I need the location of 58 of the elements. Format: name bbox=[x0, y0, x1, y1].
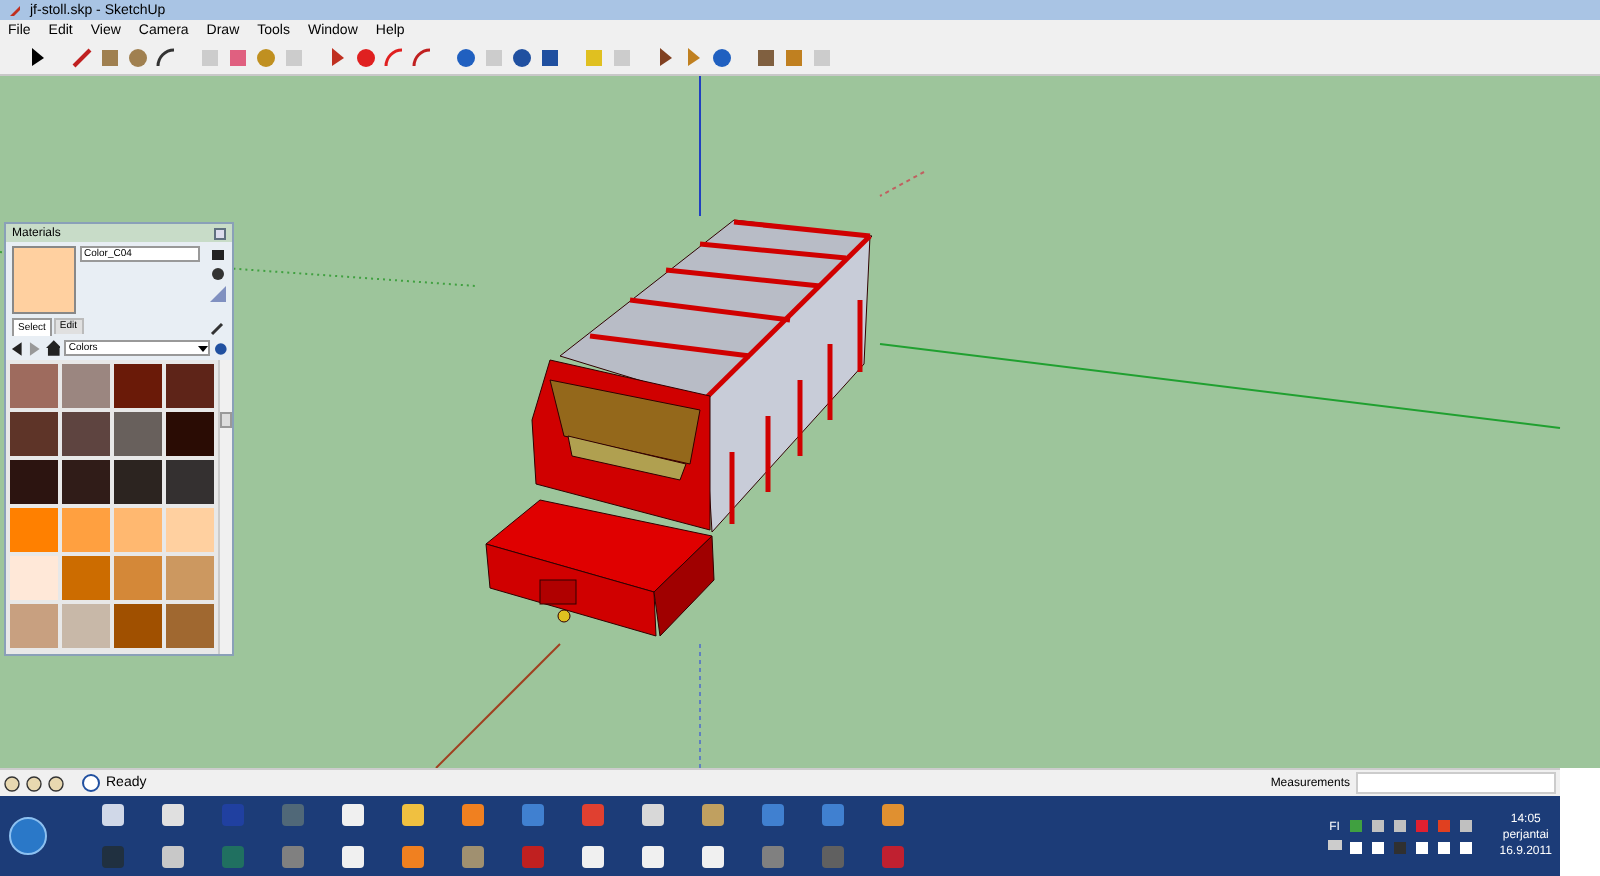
taskbar-app-icon[interactable] bbox=[700, 802, 726, 828]
scroll-thumb[interactable] bbox=[220, 412, 232, 428]
color-swatch[interactable] bbox=[62, 412, 111, 456]
x-axis-line bbox=[435, 643, 561, 768]
taskbar-app-icon[interactable] bbox=[640, 802, 666, 828]
color-swatch[interactable] bbox=[114, 508, 163, 552]
start-button[interactable] bbox=[8, 816, 48, 856]
color-swatch[interactable] bbox=[166, 604, 215, 648]
vertical-axis-line bbox=[699, 643, 701, 768]
color-swatch[interactable] bbox=[114, 412, 163, 456]
taskbar-app-icon[interactable] bbox=[340, 844, 366, 870]
pencil-icon[interactable] bbox=[72, 47, 92, 67]
color-swatch[interactable] bbox=[166, 508, 215, 552]
color-swatch[interactable] bbox=[114, 364, 163, 408]
color-swatch[interactable] bbox=[10, 508, 59, 552]
material-preview bbox=[12, 246, 76, 314]
taskbar-app-icon[interactable] bbox=[400, 844, 426, 870]
color-swatch[interactable] bbox=[114, 556, 163, 600]
color-swatch[interactable] bbox=[62, 460, 111, 504]
circle-icon[interactable] bbox=[128, 47, 148, 67]
close-button[interactable] bbox=[214, 227, 226, 239]
rectangle-icon[interactable] bbox=[100, 47, 120, 67]
back-icon[interactable] bbox=[10, 341, 24, 355]
color-swatch[interactable] bbox=[62, 604, 111, 648]
scrollbar[interactable] bbox=[218, 360, 232, 654]
color-swatch[interactable] bbox=[62, 556, 111, 600]
dropdown-caret-icon bbox=[198, 343, 209, 353]
color-swatch[interactable] bbox=[10, 460, 59, 504]
color-swatch[interactable] bbox=[10, 412, 59, 456]
color-swatch[interactable] bbox=[114, 460, 163, 504]
measurements-field[interactable] bbox=[1356, 772, 1556, 794]
color-swatch[interactable] bbox=[10, 364, 59, 408]
details-icon[interactable] bbox=[214, 341, 229, 355]
color-swatch[interactable] bbox=[10, 556, 59, 600]
color-swatch[interactable] bbox=[62, 364, 111, 408]
arc-icon[interactable] bbox=[156, 47, 176, 67]
taskbar-app-icon[interactable] bbox=[580, 844, 606, 870]
color-swatch[interactable] bbox=[114, 604, 163, 648]
taskbar-app-icon[interactable] bbox=[880, 802, 906, 828]
taskbar-app-icon[interactable] bbox=[340, 802, 366, 828]
help-icon[interactable] bbox=[82, 774, 100, 792]
taskbar-app-icon[interactable] bbox=[160, 802, 186, 828]
taskbar-app-icon[interactable] bbox=[160, 844, 186, 870]
vertical-axis-line bbox=[699, 76, 701, 217]
color-swatch[interactable] bbox=[166, 412, 215, 456]
color-swatch[interactable] bbox=[166, 556, 215, 600]
taskbar-app-icon[interactable] bbox=[700, 844, 726, 870]
select-arrow-icon[interactable] bbox=[28, 47, 48, 67]
color-swatch[interactable] bbox=[166, 460, 215, 504]
color-swatch[interactable] bbox=[166, 364, 215, 408]
color-swatch[interactable] bbox=[62, 508, 111, 552]
taskbar-app-icon[interactable] bbox=[100, 802, 126, 828]
taskbar-app-icon[interactable] bbox=[460, 802, 486, 828]
taskbar-app-icon[interactable] bbox=[640, 844, 666, 870]
home-icon[interactable] bbox=[45, 340, 61, 356]
color-swatch[interactable] bbox=[10, 604, 59, 648]
taskbar-app-icon[interactable] bbox=[400, 802, 426, 828]
x-axis-line bbox=[879, 171, 925, 197]
